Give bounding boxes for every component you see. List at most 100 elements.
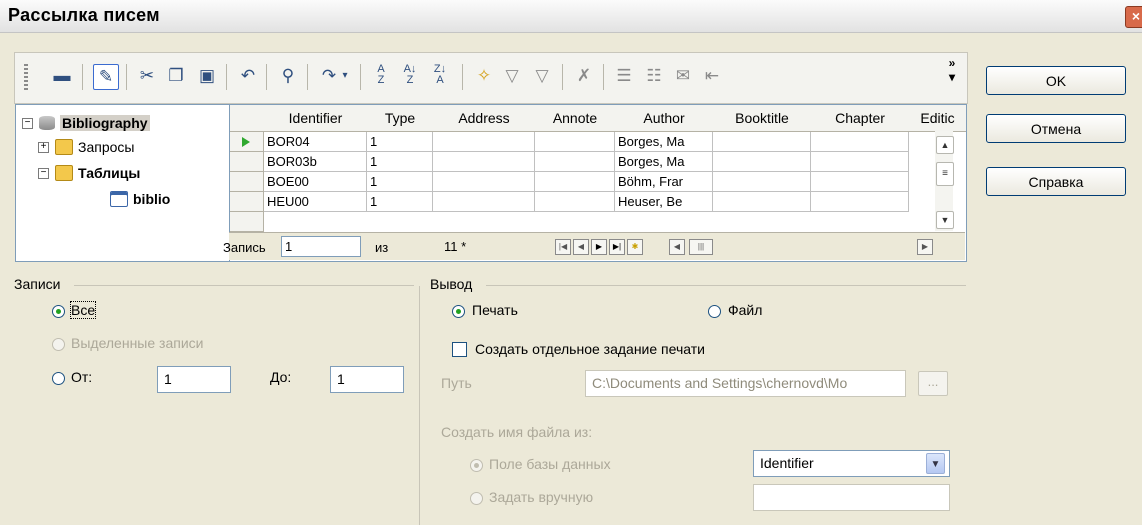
file-radio[interactable] — [708, 305, 721, 318]
table-cell[interactable] — [713, 172, 811, 192]
undo-icon[interactable]: ↶ — [236, 64, 260, 88]
chevron-down-icon[interactable]: ▼ — [926, 453, 945, 474]
row-header[interactable] — [230, 192, 264, 212]
table-cell[interactable] — [811, 172, 909, 192]
table-cell[interactable] — [535, 172, 615, 192]
table-cell[interactable] — [433, 172, 535, 192]
edit-data-icon[interactable]: ✎ — [93, 64, 119, 90]
ok-button[interactable]: OK — [986, 66, 1126, 95]
table-cell[interactable] — [535, 132, 615, 152]
toolbar-overflow-button[interactable]: » ▾ — [943, 56, 961, 98]
manual-name-radio[interactable] — [470, 492, 483, 505]
all-records-radio[interactable] — [52, 305, 65, 318]
new-record-icon[interactable]: ✱ — [627, 239, 643, 255]
column-header[interactable]: Chapter — [811, 105, 910, 132]
path-input[interactable]: C:\Documents and Settings\chernovd\Mo — [585, 370, 906, 397]
file-label[interactable]: Файл — [728, 302, 762, 318]
table-cell[interactable] — [811, 192, 909, 212]
find-icon[interactable]: ⚲ — [276, 64, 300, 88]
database-field-select[interactable]: Identifier — [753, 450, 950, 477]
first-record-icon[interactable]: |◀ — [555, 239, 571, 255]
browse-button[interactable]: ... — [918, 371, 948, 396]
data-to-fields-icon[interactable]: ☷ — [642, 64, 666, 88]
table-cell[interactable] — [811, 132, 909, 152]
vertical-scrollbar[interactable]: ▲ ≡ ▼ — [935, 131, 954, 231]
from-range-radio[interactable] — [52, 372, 65, 385]
standard-filter-icon[interactable]: ▽ — [500, 64, 524, 88]
help-button[interactable]: Справка — [986, 167, 1126, 196]
autofilter-icon[interactable]: ✧ — [472, 64, 496, 88]
table-cell[interactable] — [713, 132, 811, 152]
remove-filter-icon[interactable]: ✗ — [572, 64, 596, 88]
row-header[interactable] — [230, 212, 264, 232]
scroll-up-icon[interactable]: ▲ — [936, 136, 954, 154]
chevron-down-icon[interactable]: ▾ — [338, 64, 352, 88]
next-record-icon[interactable]: ▶ — [591, 239, 607, 255]
collapse-icon[interactable]: − — [22, 117, 33, 129]
database-field-radio[interactable] — [470, 459, 483, 472]
selected-records-radio[interactable] — [52, 338, 65, 351]
tree-node-biblio[interactable]: biblio — [110, 191, 170, 207]
apply-filter-icon[interactable]: ▽ — [530, 64, 554, 88]
horizontal-scroll-thumb[interactable]: ||| — [689, 239, 713, 255]
table-cell[interactable]: Böhm, Frar — [615, 172, 713, 192]
separate-print-job-checkbox[interactable] — [452, 342, 467, 357]
expand-icon[interactable]: + — [38, 141, 49, 153]
copy-icon[interactable]: ❐ — [164, 64, 188, 88]
from-input[interactable]: 1 — [157, 366, 231, 393]
column-header[interactable]: Author — [615, 105, 714, 132]
table-cell[interactable] — [535, 192, 615, 212]
all-records-label[interactable]: Все — [69, 301, 97, 319]
tree-node-tables[interactable]: − Таблицы — [38, 165, 140, 181]
table-cell[interactable]: Borges, Ma — [615, 152, 713, 172]
table-cell[interactable] — [811, 152, 909, 172]
row-header[interactable] — [230, 132, 264, 152]
table-cell[interactable] — [713, 192, 811, 212]
table-cell[interactable]: Borges, Ma — [615, 132, 713, 152]
paste-icon[interactable]: ▣ — [195, 64, 219, 88]
sort-icon[interactable]: AZ — [369, 64, 393, 88]
row-header[interactable] — [230, 172, 264, 192]
scroll-right-icon[interactable]: ▶ — [917, 239, 933, 255]
tree-node-bibliography[interactable]: − Bibliography — [22, 115, 150, 131]
data-source-icon[interactable]: ⇤ — [700, 64, 724, 88]
table-cell[interactable] — [433, 132, 535, 152]
table-cell[interactable]: HEU00 — [264, 192, 367, 212]
table-cell[interactable]: Heuser, Be — [615, 192, 713, 212]
mail-merge-icon[interactable]: ✉ — [671, 64, 695, 88]
table-cell[interactable] — [535, 152, 615, 172]
table-cell[interactable]: 1 — [367, 132, 433, 152]
collapse-icon[interactable]: − — [38, 167, 49, 179]
cancel-button[interactable]: Отмена — [986, 114, 1126, 143]
table-cell[interactable] — [433, 152, 535, 172]
table-cell[interactable]: 1 — [367, 192, 433, 212]
sort-descending-icon[interactable]: Z↓ A — [428, 64, 452, 88]
previous-record-icon[interactable]: ◀ — [573, 239, 589, 255]
scroll-down-icon[interactable]: ▼ — [936, 211, 954, 229]
print-label[interactable]: Печать — [472, 302, 518, 318]
table-cell[interactable] — [433, 192, 535, 212]
sort-ascending-icon[interactable]: A↓ Z — [398, 64, 422, 88]
to-input[interactable]: 1 — [330, 366, 404, 393]
print-radio[interactable] — [452, 305, 465, 318]
data-to-text-icon[interactable]: ☰ — [612, 64, 636, 88]
table-cell[interactable] — [713, 152, 811, 172]
toolbar-grip[interactable] — [24, 64, 28, 90]
row-header[interactable] — [230, 152, 264, 172]
column-header[interactable]: Editic — [909, 105, 966, 132]
record-number-input[interactable]: 1 — [281, 236, 361, 257]
cut-icon[interactable]: ✂ — [135, 64, 159, 88]
scroll-thumb[interactable]: ≡ — [936, 162, 954, 186]
close-icon[interactable]: × — [1125, 6, 1142, 28]
column-header[interactable]: Booktitle — [713, 105, 812, 132]
table-cell[interactable]: BOE00 — [264, 172, 367, 192]
table-cell[interactable]: 1 — [367, 152, 433, 172]
table-cell[interactable]: 1 — [367, 172, 433, 192]
table-cell[interactable]: BOR03b — [264, 152, 367, 172]
column-header[interactable]: Annote — [535, 105, 616, 132]
save-record-icon[interactable]: ▬ — [50, 64, 74, 88]
table-cell[interactable]: BOR04 — [264, 132, 367, 152]
tree-node-queries[interactable]: + Запросы — [38, 139, 134, 155]
last-record-icon[interactable]: ▶| — [609, 239, 625, 255]
column-header[interactable]: Type — [367, 105, 434, 132]
